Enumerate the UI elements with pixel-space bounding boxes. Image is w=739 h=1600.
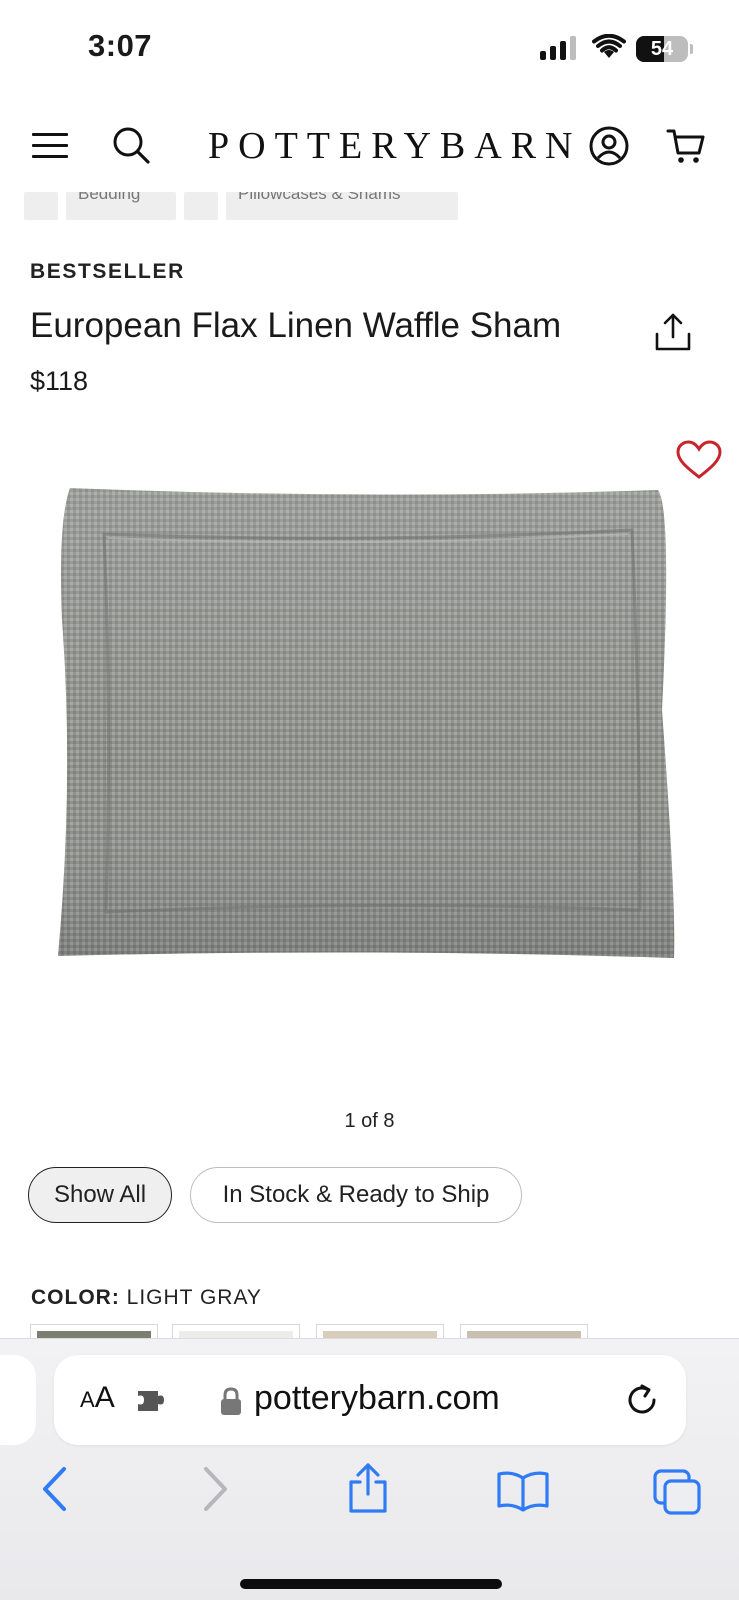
color-label-key: COLOR: (31, 1286, 120, 1309)
color-value: LIGHT GRAY (126, 1286, 262, 1309)
lock-icon (221, 1387, 241, 1415)
extension-icon[interactable] (136, 1385, 172, 1415)
menu-icon[interactable] (32, 130, 68, 160)
breadcrumb-separator (24, 192, 58, 220)
previous-tab-preview[interactable] (0, 1355, 36, 1445)
bookmarks-icon[interactable] (496, 1470, 550, 1512)
search-icon[interactable] (110, 124, 152, 166)
share-icon[interactable] (654, 312, 692, 352)
color-label: COLOR: LIGHT GRAY (31, 1286, 262, 1310)
heart-icon[interactable] (676, 440, 722, 480)
cellular-signal-icon (540, 36, 578, 60)
battery-icon: 54 (636, 36, 688, 62)
battery-percent: 54 (650, 38, 674, 60)
home-indicator[interactable] (240, 1579, 502, 1589)
address-bar[interactable]: AA potterybarn.com (54, 1355, 686, 1445)
product-price: $118 (30, 366, 89, 396)
product-image[interactable] (40, 480, 700, 990)
back-icon[interactable] (40, 1466, 70, 1512)
site-header: POTTERYBARN (0, 108, 739, 188)
cart-icon[interactable] (666, 126, 706, 166)
show-all-chip[interactable]: Show All (28, 1167, 172, 1223)
site-logo[interactable]: POTTERYBARN (208, 124, 572, 168)
in-stock-chip[interactable]: In Stock & Ready to Ship (190, 1167, 522, 1223)
text-size-button[interactable]: AA (80, 1381, 115, 1415)
forward-icon[interactable] (200, 1466, 230, 1512)
status-bar: 3:07 54 (0, 0, 739, 100)
tabs-icon[interactable] (652, 1468, 702, 1516)
battery-cap (690, 44, 693, 54)
account-icon[interactable] (588, 125, 630, 167)
breadcrumb-item-pillowcases[interactable]: Pillowcases & Shams (226, 192, 458, 220)
status-time: 3:07 (88, 28, 153, 63)
reload-icon[interactable] (624, 1382, 660, 1418)
breadcrumb: Bedding Pillowcases & Shams (24, 192, 544, 220)
bestseller-badge: BESTSELLER (30, 260, 185, 283)
image-counter: 1 of 8 (344, 1110, 395, 1132)
wifi-icon (592, 34, 626, 58)
breadcrumb-item-bedding[interactable]: Bedding (66, 192, 176, 220)
breadcrumb-separator (184, 192, 218, 220)
product-title: European Flax Linen Waffle Sham (30, 306, 562, 345)
url-text: potterybarn.com (254, 1379, 500, 1417)
share-sheet-icon[interactable] (346, 1462, 390, 1514)
